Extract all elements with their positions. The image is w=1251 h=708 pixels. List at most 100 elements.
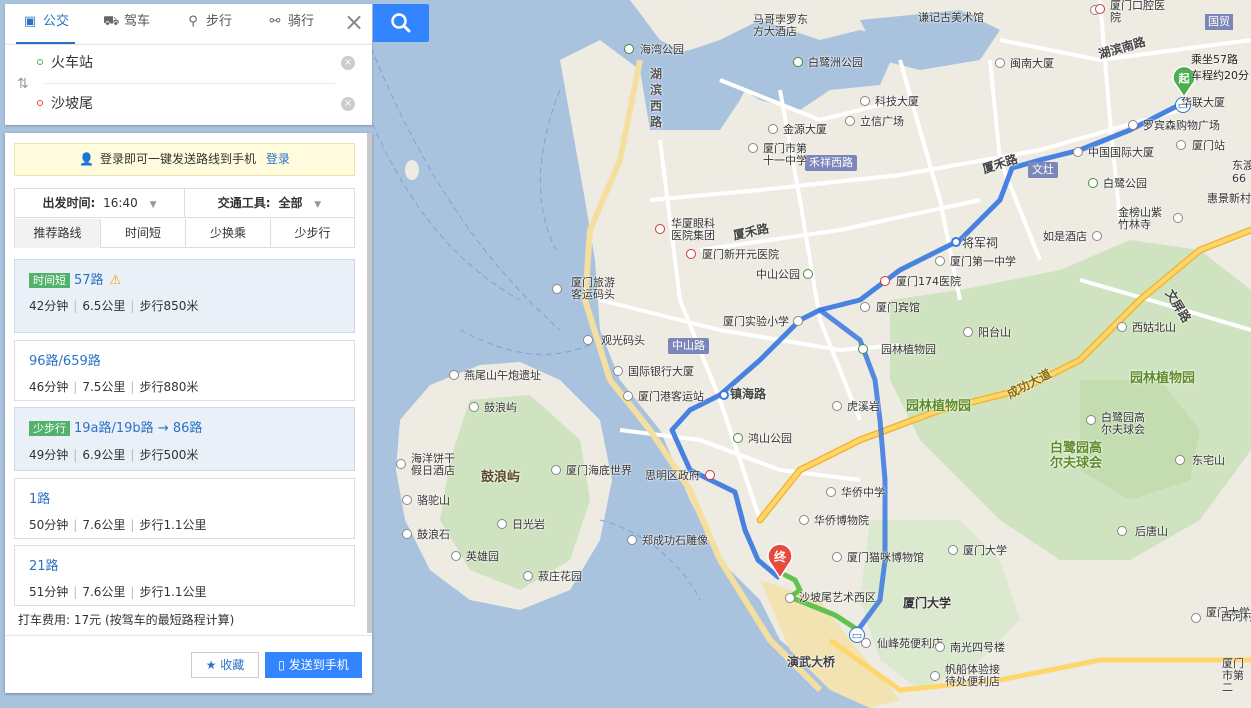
login-bar: 👤 登录即可一键发送路线到手机 登录 [14,143,355,176]
route-card[interactable]: 96路/659路 46分钟 | 7.5公里 | 步行880米 [14,340,355,401]
tab-walking[interactable]: ⚲ 步行 [185,4,232,42]
tab-label: 公交 [43,14,70,29]
poi-label: 西姑北山 [1132,321,1176,334]
poi-label: 将军祠 [962,236,999,250]
send-to-phone-button[interactable]: ▯ 发送到手机 [265,652,362,678]
tab-least-walking[interactable]: 少步行 [271,219,354,248]
poi-label: 白鹭公园 [1103,177,1147,190]
route-card[interactable]: 少步行 19a路/19b路 → 86路 49分钟 | 6.9公里 | 步行500米 [14,407,355,471]
transport-value: 全部 [278,196,303,210]
start-input[interactable]: 火车站 × [37,49,355,77]
edge-label: 惠景新村 [1207,192,1251,205]
subway-station-tag[interactable]: 国贸 [1205,14,1233,30]
poi-label: 菽庄花园 [538,570,582,583]
poi-label: 金榜山紫竹林寺 [1118,206,1162,231]
end-input-value: 沙坡尾 [51,96,93,112]
route-walk: 步行850米 [139,299,199,313]
search-button[interactable] [373,4,429,42]
poi-label: 厦门实验小学 [723,315,789,328]
login-link[interactable]: 登录 [266,152,290,166]
route-distance: 6.5公里 [82,299,126,313]
poi-label: 厦门站 [1192,139,1225,152]
poi-label: 华侨博物院 [814,514,869,527]
route-walk: 步行1.1公里 [139,518,207,532]
close-icon[interactable]: × [341,10,367,36]
poi-icon [469,402,479,412]
end-marker-icon[interactable]: 终 [767,543,793,580]
swap-icon[interactable]: ⇅ [17,76,29,92]
start-dot-icon [37,59,43,65]
route-meta: 49分钟 | 6.9公里 | 步行500米 [29,448,199,462]
poi-label: 阳台山 [978,326,1011,339]
poi-label: 厦门新开元医院 [702,248,779,261]
route-card[interactable]: 21路 51分钟 | 7.6公里 | 步行1.1公里 [14,545,355,606]
route-duration: 42分钟 [29,299,69,313]
route-card[interactable]: 1路 50分钟 | 7.6公里 | 步行1.1公里 [14,478,355,539]
poi-icon [1086,415,1096,425]
poi-label: 海湾公园 [640,43,684,56]
route-meta: 42分钟 | 6.5公里 | 步行850米 [29,299,199,313]
poi-icon [1073,147,1083,157]
route-name: 1路 [29,492,51,507]
poi-label: 国际银行大厦 [628,365,694,378]
depart-time-select[interactable]: 出发时间: 16:40 ▼ [15,189,185,218]
taxi-fare: 打车费用: 17元 (按驾车的最短路程计算) [18,613,235,627]
route-meta: 46分钟 | 7.5公里 | 步行880米 [29,380,199,394]
clear-start-icon[interactable]: × [341,56,355,70]
route-name: 19a路/19b路 → 86路 [74,421,203,436]
park-icon [793,57,803,67]
poi-icon [1117,526,1127,536]
route-distance: 7.5公里 [82,380,126,394]
poi-label: 厦门口腔医院 [1110,0,1165,24]
road-tag: 文灶 [1028,162,1058,178]
poi-label: 厦门市第十一中学 [763,142,807,167]
tab-fewest-transfers[interactable]: 少换乘 [186,219,271,248]
scrollbar[interactable] [367,133,372,633]
transport-select[interactable]: 交通工具: 全部 ▼ [185,189,354,218]
park-icon [858,344,868,354]
login-bar-text: 登录即可一键发送路线到手机 [100,152,257,166]
end-input[interactable]: 沙坡尾 × [37,90,355,118]
tab-cycling[interactable]: ⚯ 骑行 [267,4,314,42]
favorite-button[interactable]: ★ 收藏 [191,652,259,678]
edge-label: 厦门市第二 [1222,658,1244,694]
poi-icon [860,96,870,106]
tab-label: 驾车 [124,14,151,29]
tab-driving[interactable]: ⛟ 驾车 [103,4,150,42]
tab-transit[interactable]: ▣ 公交 [15,4,76,44]
route-distance: 7.6公里 [82,518,126,532]
poi-label: 厦门港客运站 [638,390,704,403]
poi-icon [551,465,561,475]
poi-label: 厦门大学 [963,544,1007,557]
tab-shortest-time[interactable]: 时间短 [101,219,186,248]
shop-icon [861,638,871,648]
poi-label: 东宅山 [1192,454,1225,467]
route-meta: 51分钟 | 7.6公里 | 步行1.1公里 [29,585,207,599]
poi-label: 南光四号楼 [950,641,1005,654]
send-label: 发送到手机 [288,658,349,672]
route-walk: 步行500米 [139,448,199,462]
road-label: 演武大桥 [787,655,836,669]
poi-label: 罗宾森购物广场 [1143,119,1220,132]
school-icon [948,545,958,555]
poi-label: 帆船体验接待处便利店 [945,663,1000,688]
route-inputs: ⇅ 火车站 × 沙坡尾 × [5,44,372,125]
poi-label: 金源大厦 [783,123,827,136]
route-card[interactable]: 时间短 57路 ⚠ 42分钟 | 6.5公里 | 步行850米 [14,259,355,333]
phone-icon: ▯ [278,658,285,672]
poi-label: 华侨中学 [841,486,885,499]
scrollbar-thumb[interactable] [367,133,372,633]
school-icon [826,487,836,497]
route-options: 出发时间: 16:40 ▼ 交通工具: 全部 ▼ 推荐路线 时间短 少换乘 少步… [14,188,355,248]
tab-recommended[interactable]: 推荐路线 [15,219,101,248]
poi-label: 立信广场 [860,115,904,128]
poi-icon [785,593,795,603]
clear-end-icon[interactable]: × [341,97,355,111]
poi-icon [1128,120,1138,130]
area-label: 白鹭园高尔夫球会 [1050,441,1103,471]
route-name: 96路/659路 [29,354,101,369]
area-label: 园林植物园 [906,399,972,414]
route-title: 21路 [29,555,59,574]
route-duration: 46分钟 [29,380,69,394]
poi-icon [799,515,809,525]
